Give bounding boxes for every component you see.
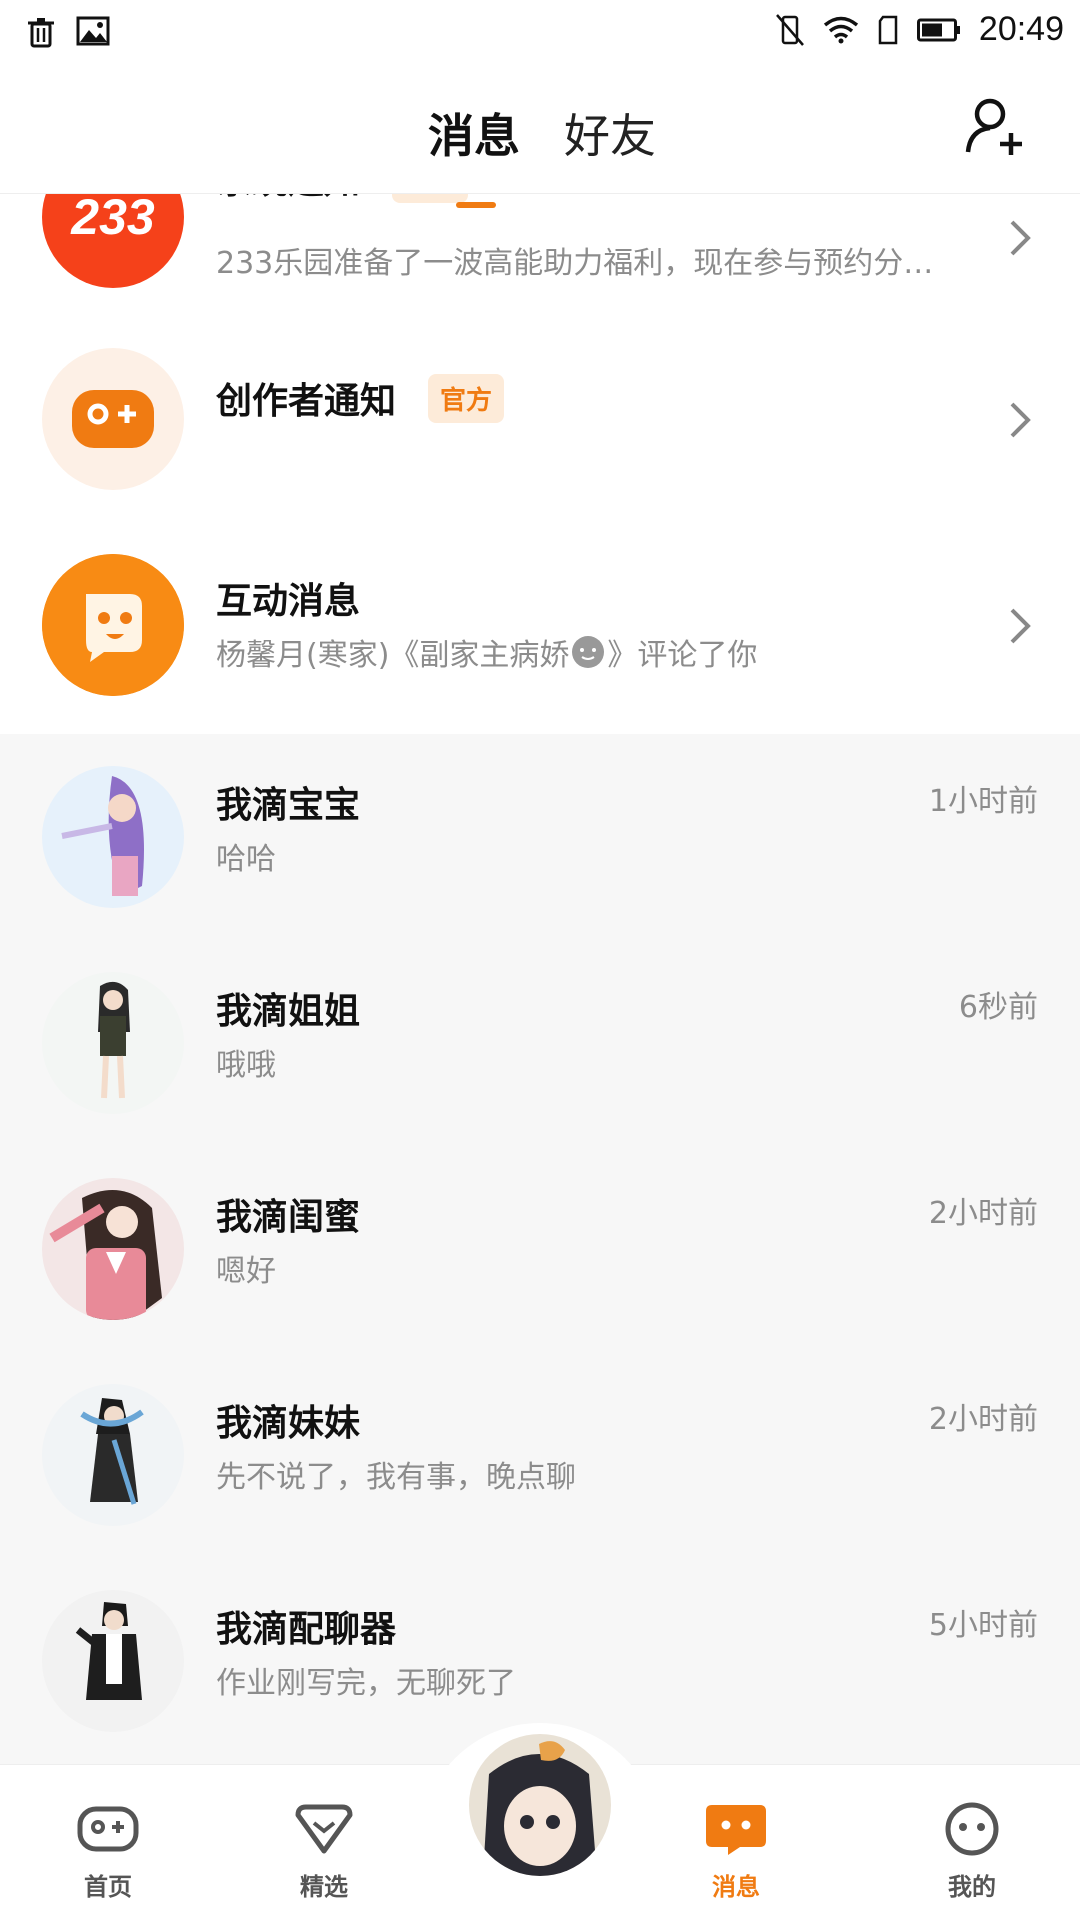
image-icon (76, 16, 110, 46)
nav-mine[interactable]: 我的 (912, 1801, 1032, 1902)
chat-name: 我滴配聊器 (216, 1609, 397, 1650)
status-time: 20:49 (978, 10, 1064, 48)
chat-name: 我滴姐姐 (216, 991, 361, 1032)
official-badge: 官方 (428, 374, 505, 423)
avatar (42, 554, 184, 696)
chat-bubble-icon (42, 554, 184, 696)
chat-row[interactable]: 我滴宝宝 哈哈 1小时前 (0, 734, 1080, 940)
svg-text:233: 233 (70, 194, 155, 245)
chat-row[interactable]: 我滴闺蜜 嗯好 2小时前 (0, 1146, 1080, 1352)
nav-home[interactable]: 首页 (48, 1801, 168, 1902)
tab-friends[interactable]: 好友 (564, 100, 656, 166)
status-right: 20:49 (775, 10, 1064, 49)
vibrate-off-icon (775, 13, 804, 46)
chat-last-message: 哈哈 (216, 842, 276, 877)
avatar (42, 766, 184, 908)
avatar-image (98, 981, 130, 1099)
battery-icon (916, 18, 960, 41)
add-user-icon[interactable] (962, 94, 1026, 158)
avatar: 233 (42, 194, 184, 288)
chevron-right-icon (1010, 402, 1031, 438)
chat-icon (706, 1805, 766, 1855)
avatar-image (61, 776, 144, 896)
row-subtitle: 杨馨月(寒家)《副家主病娇 》评论了你 (216, 630, 757, 674)
row-subtitle: 233乐园准备了一波高能助力福利，现在参与预约分… (216, 246, 934, 281)
chevron-right-icon (1010, 220, 1031, 256)
avatar (42, 1590, 184, 1732)
header: 消息 好友 (0, 64, 1080, 194)
gamepad-icon (77, 1806, 139, 1852)
avatar-image (49, 1190, 162, 1320)
avatar (42, 348, 184, 490)
chat-name: 我滴妹妹 (216, 1403, 361, 1444)
official-row-creator[interactable]: 创作者通知 官方 (0, 318, 1080, 524)
subtitle-text-end: 》评论了你 (607, 638, 758, 673)
status-bar: 20:49 (0, 0, 1080, 64)
chat-time: 1小时前 (928, 784, 1038, 819)
chat-time: 2小时前 (928, 1196, 1038, 1231)
chat-last-message: 作业刚写完，无聊死了 (216, 1666, 516, 1701)
nav-label: 消息 (712, 1873, 760, 1901)
chat-time: 6秒前 (958, 990, 1038, 1025)
chat-last-message: 嗯好 (216, 1254, 276, 1289)
official-row-system[interactable]: 233 系统通知 官方 233乐园准备了一波高能助力福利，现在参与预约分… (0, 194, 1080, 312)
sim-icon (878, 15, 898, 44)
bottom-nav: 首页 精选 消息 我的 (0, 1723, 1080, 1920)
avatar-image (75, 1602, 142, 1700)
nav-featured[interactable]: 精选 (264, 1801, 384, 1902)
avatar (42, 1384, 184, 1526)
logo-233-icon: 233 (70, 194, 155, 245)
nav-messages[interactable]: 消息 (676, 1801, 796, 1902)
chat-name: 我滴闺蜜 (216, 1197, 361, 1238)
wifi-icon (823, 16, 859, 43)
center-avatar-button[interactable] (466, 1731, 614, 1879)
avatar (42, 972, 184, 1114)
row-title: 互动消息 (216, 581, 361, 622)
center-avatar-image (469, 1734, 611, 1876)
subtitle-text: 杨馨月(寒家)《副家主病娇 (216, 638, 570, 673)
face-icon (945, 1802, 999, 1856)
chat-time: 5小时前 (928, 1608, 1038, 1643)
chat-row[interactable]: 我滴姐姐 哦哦 6秒前 (0, 940, 1080, 1146)
trash-icon (28, 18, 54, 48)
nav-label: 首页 (84, 1873, 132, 1901)
official-list: 233 系统通知 官方 233乐园准备了一波高能助力福利，现在参与预约分… 创作… (0, 194, 1080, 734)
tab-indicator (456, 202, 496, 208)
heart-tag-icon (295, 1804, 353, 1854)
status-left (26, 16, 110, 48)
chat-time: 2小时前 (928, 1402, 1038, 1437)
chat-last-message: 哦哦 (216, 1048, 276, 1083)
avatar (42, 1178, 184, 1320)
nav-label: 我的 (948, 1873, 996, 1901)
tab-messages[interactable]: 消息 (428, 100, 520, 166)
avatar-image (80, 1398, 144, 1505)
nav-label: 精选 (300, 1873, 348, 1901)
gamepad-icon (72, 390, 154, 448)
chevron-right-icon (1010, 608, 1031, 644)
row-title: 创作者通知 (216, 381, 397, 422)
chat-row[interactable]: 我滴妹妹 先不说了，我有事，晚点聊 2小时前 (0, 1352, 1080, 1558)
chat-last-message: 先不说了，我有事，晚点聊 (216, 1460, 576, 1495)
official-row-interaction[interactable]: 互动消息 杨馨月(寒家)《副家主病娇 》评论了你 (0, 524, 1080, 730)
chat-name: 我滴宝宝 (216, 785, 361, 826)
emoji-icon (572, 636, 605, 668)
chat-list: 我滴宝宝 哈哈 1小时前 我滴姐姐 哦哦 6秒前 我滴闺蜜 嗯好 2小时前 我滴… (0, 734, 1080, 1764)
row-title: 系统通知 (216, 194, 360, 204)
